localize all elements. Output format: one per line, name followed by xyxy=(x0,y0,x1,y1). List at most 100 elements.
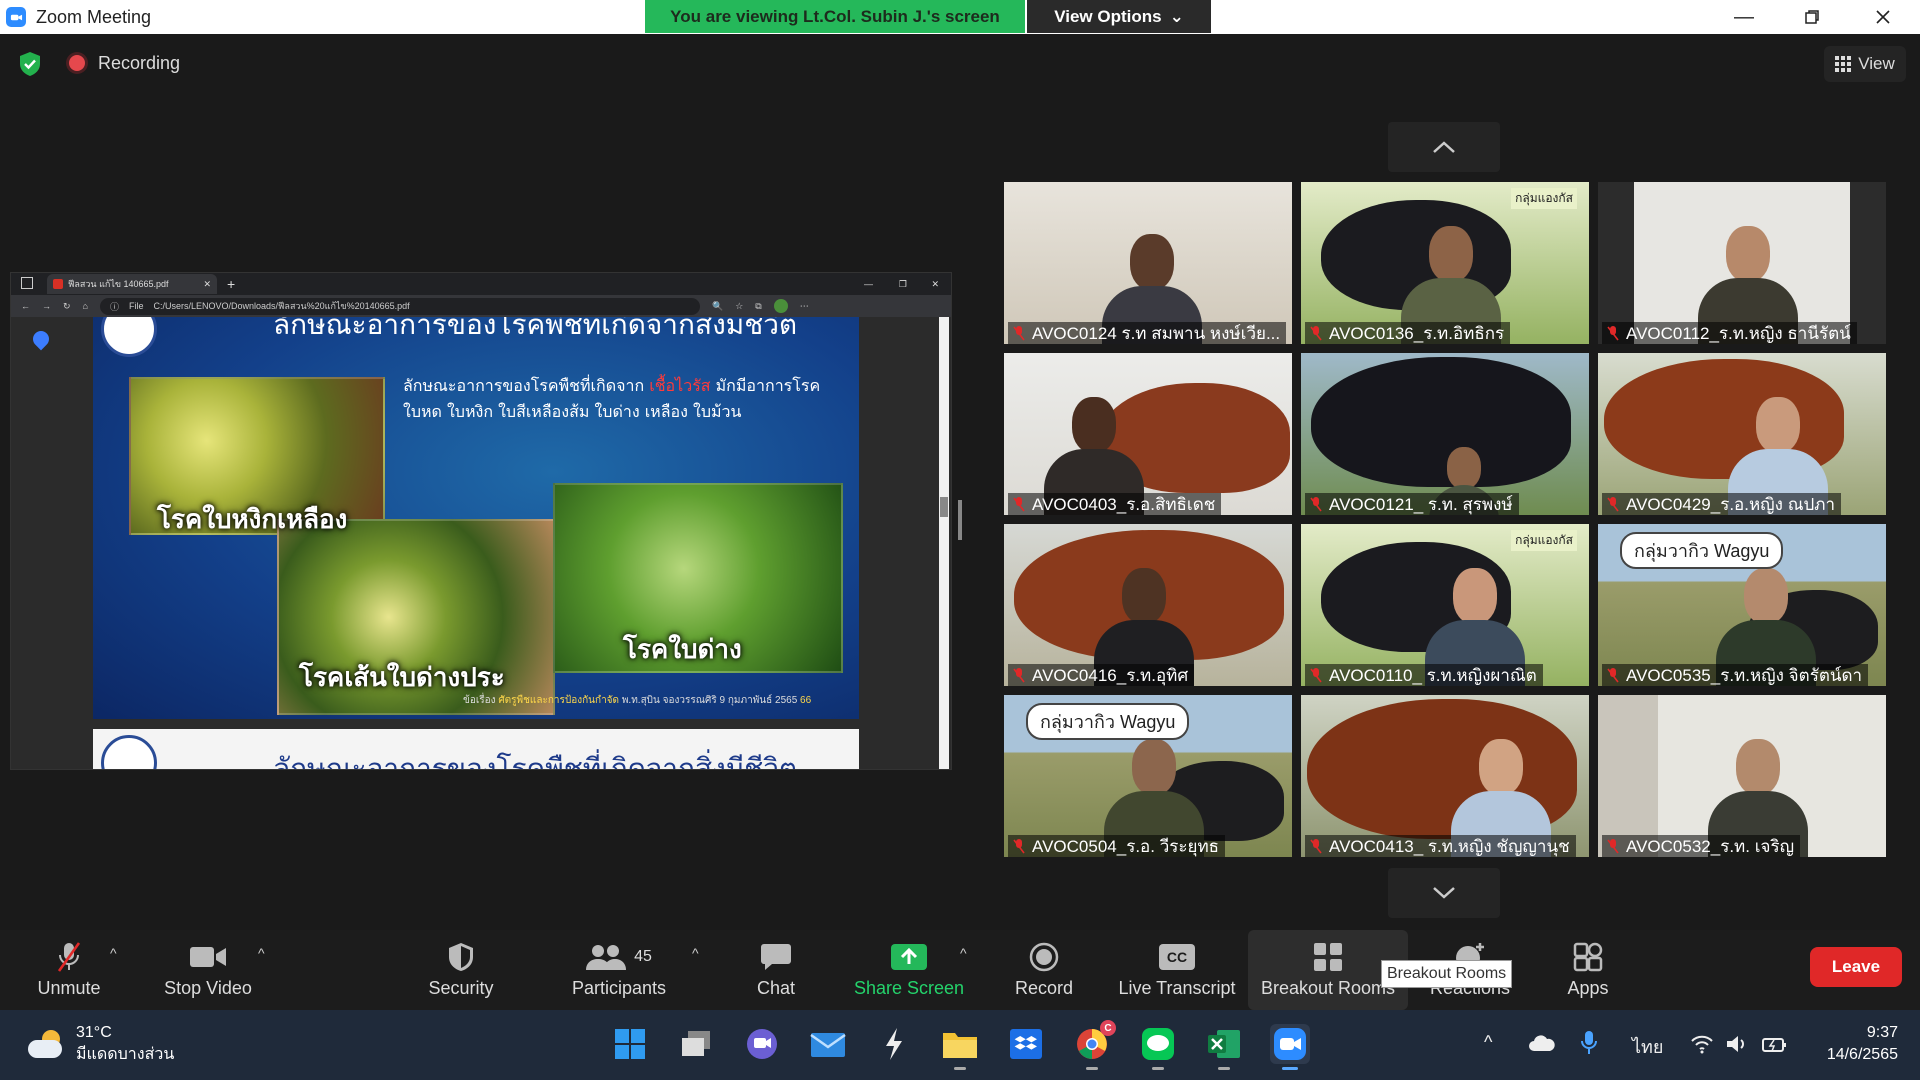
unmute-button[interactable]: Unmute xyxy=(20,930,118,1010)
zoom-icon[interactable]: 🔍 xyxy=(712,301,723,312)
new-tab-icon[interactable]: + xyxy=(227,276,235,292)
video-tile[interactable]: กลุ่มแองกัส AVOC0110_ ร.ท.หญิงผาณิต xyxy=(1301,524,1589,686)
muted-mic-icon xyxy=(1607,668,1619,683)
video-tile[interactable]: AVOC0532_ร.ท. เจริญ xyxy=(1598,695,1886,857)
browser-tab[interactable]: ฟีลสวน แก้ไข 140665.pdf ✕ xyxy=(47,274,217,294)
video-options-caret[interactable]: ^ xyxy=(258,945,265,961)
gallery-next-button[interactable] xyxy=(1388,868,1500,918)
video-tile[interactable]: AVOC0124 ร.ท สมพาน หงษ์เวีย... xyxy=(1004,182,1292,344)
reload-icon[interactable]: ↻ xyxy=(63,301,71,312)
unmute-label: Unmute xyxy=(37,977,101,998)
system-clock[interactable]: 9:37 14/6/2565 xyxy=(1827,1022,1898,1066)
participant-name-tag: AVOC0124 ร.ท สมพาน หงษ์เวีย... xyxy=(1008,322,1287,344)
disease-label-2: โรคเส้นใบด่างประ xyxy=(299,663,505,693)
gallery-prev-button[interactable] xyxy=(1388,122,1500,172)
security-button[interactable]: Security xyxy=(418,930,504,1010)
scroll-thumb[interactable] xyxy=(940,497,948,517)
tray-overflow-icon[interactable]: ^ xyxy=(1484,1032,1492,1053)
browser-urlbar: ← → ↻ ⌂ ⓘ File C:/Users/LENOVO/Downloads… xyxy=(11,295,951,317)
tab-actions-icon[interactable] xyxy=(21,277,33,289)
video-tile[interactable]: AVOC0121_ ร.ท. สุรพงษ์ xyxy=(1301,353,1589,515)
participants-options-caret[interactable]: ^ xyxy=(692,945,699,961)
minimize-button[interactable]: — xyxy=(1714,0,1774,34)
video-tile[interactable]: AVOC0429_ร.อ.หญิง ณปภา xyxy=(1598,353,1886,515)
collections-icon[interactable]: ⧉ xyxy=(755,301,761,312)
video-tile[interactable]: AVOC0112_ร.ท.หญิง ธานีรัตน์ xyxy=(1598,182,1886,344)
favorite-icon[interactable]: ☆ xyxy=(735,301,743,312)
home-icon[interactable]: ⌂ xyxy=(83,301,88,311)
forward-icon[interactable]: → xyxy=(42,301,51,311)
participant-name: AVOC0112_ร.ท.หญิง ธานีรัตน์ xyxy=(1626,323,1851,343)
teams-chat-icon[interactable] xyxy=(742,1024,782,1064)
stop-video-button[interactable]: Stop Video xyxy=(158,930,258,1010)
video-tile[interactable]: AVOC0403_ร.อ.สิทธิเดช xyxy=(1004,353,1292,515)
input-language[interactable]: ไทย xyxy=(1632,1032,1663,1061)
participant-name-tag: AVOC0121_ ร.ท. สุรพงษ์ xyxy=(1305,493,1519,515)
pin-icon[interactable] xyxy=(29,327,53,351)
mail-icon[interactable] xyxy=(808,1024,848,1064)
video-tile[interactable]: กลุ่มวากิว Wagyu AVOC0504_ร.อ. วีระยุทธ xyxy=(1004,695,1292,857)
apps-button[interactable]: Apps xyxy=(1548,930,1628,1010)
record-button[interactable]: Record xyxy=(1008,930,1080,1010)
restore-button[interactable] xyxy=(1782,0,1842,34)
page-number: 66 xyxy=(800,695,812,706)
participants-button[interactable]: 45 Participants xyxy=(566,930,672,1010)
apps-icon xyxy=(1573,942,1603,971)
record-icon xyxy=(1029,942,1059,971)
muted-mic-icon xyxy=(1013,668,1025,683)
task-view-icon[interactable] xyxy=(676,1024,716,1064)
file-explorer-icon[interactable] xyxy=(940,1024,980,1070)
muted-mic-icon xyxy=(1310,497,1322,512)
pdf-viewer[interactable]: ลักษณะอาการของโรคพืชที่เกิดจากสิ่งมีชีวิ… xyxy=(11,317,951,769)
app-bolt-icon[interactable] xyxy=(874,1024,914,1064)
line-icon[interactable] xyxy=(1138,1024,1178,1070)
view-button[interactable]: View xyxy=(1824,46,1906,82)
muted-mic-icon xyxy=(1013,326,1025,341)
shared-screen[interactable]: ฟีลสวน แก้ไข 140665.pdf ✕ + — ❐ ✕ ← → ↻ … xyxy=(10,272,952,770)
view-options-button[interactable]: View Options ⌄ xyxy=(1027,0,1211,33)
audio-options-caret[interactable]: ^ xyxy=(110,945,117,961)
back-icon[interactable]: ← xyxy=(21,301,30,311)
address-bar[interactable]: ⓘ File C:/Users/LENOVO/Downloads/ฟีลสวน%… xyxy=(99,297,700,315)
chat-button[interactable]: Chat xyxy=(740,930,812,1010)
view-label: View xyxy=(1858,54,1895,73)
viewing-banner: You are viewing Lt.Col. Subin J.'s scree… xyxy=(645,0,1025,33)
profile-avatar[interactable] xyxy=(773,299,788,313)
excel-icon[interactable] xyxy=(1204,1024,1244,1070)
footer-prefix: ข้อเรื่อง xyxy=(463,695,496,706)
browser-close-icon[interactable]: ✕ xyxy=(931,279,939,290)
onedrive-icon[interactable] xyxy=(1528,1034,1556,1052)
tab-close-icon[interactable]: ✕ xyxy=(203,279,211,290)
live-transcript-button[interactable]: CC Live Transcript xyxy=(1112,930,1242,1010)
group-banner: กลุ่มวากิว Wagyu xyxy=(1026,703,1190,740)
chrome-icon[interactable]: C xyxy=(1072,1020,1116,1070)
participants-label: Participants xyxy=(571,977,667,998)
participant-name: AVOC0136_ร.ท.อิทธิกร xyxy=(1329,323,1505,343)
dropbox-icon[interactable] xyxy=(1006,1024,1046,1064)
split-handle[interactable] xyxy=(958,500,962,540)
leave-button[interactable]: Leave xyxy=(1810,947,1902,987)
encryption-shield-icon[interactable] xyxy=(18,51,42,77)
apps-label: Apps xyxy=(1567,977,1609,998)
video-tile[interactable]: AVOC0416_ร.ท.อุทิศ xyxy=(1004,524,1292,686)
battery-icon[interactable] xyxy=(1762,1034,1788,1054)
video-tile[interactable]: กลุ่มแองกัส AVOC0136_ร.ท.อิทธิกร xyxy=(1301,182,1589,344)
wifi-icon[interactable] xyxy=(1690,1034,1714,1054)
volume-icon[interactable] xyxy=(1726,1034,1748,1054)
browser-restore-icon[interactable]: ❐ xyxy=(899,279,907,290)
microphone-icon[interactable] xyxy=(1580,1030,1598,1056)
browser-minimize-icon[interactable]: — xyxy=(864,279,873,289)
zoom-taskbar-icon[interactable] xyxy=(1270,1024,1310,1070)
share-screen-button[interactable]: Share Screen xyxy=(852,930,966,1010)
more-icon[interactable]: ⋯ xyxy=(800,301,809,312)
recording-dot-icon xyxy=(69,55,85,71)
participant-name: AVOC0532_ร.ท. เจริญ xyxy=(1626,836,1795,856)
weather-widget[interactable]: 31°C มีแดดบางส่วน xyxy=(28,1022,174,1066)
close-button[interactable] xyxy=(1853,0,1913,34)
pdf-scrollbar[interactable] xyxy=(939,317,949,769)
share-options-caret[interactable]: ^ xyxy=(960,945,967,961)
video-tile[interactable]: AVOC0413_ ร.ท.หญิง ชัญญานุช xyxy=(1301,695,1589,857)
close-icon xyxy=(1876,10,1890,24)
start-icon[interactable] xyxy=(610,1024,650,1064)
video-tile[interactable]: กลุ่มวากิว Wagyu AVOC0535_ร.ท.หญิง จิตรั… xyxy=(1598,524,1886,686)
